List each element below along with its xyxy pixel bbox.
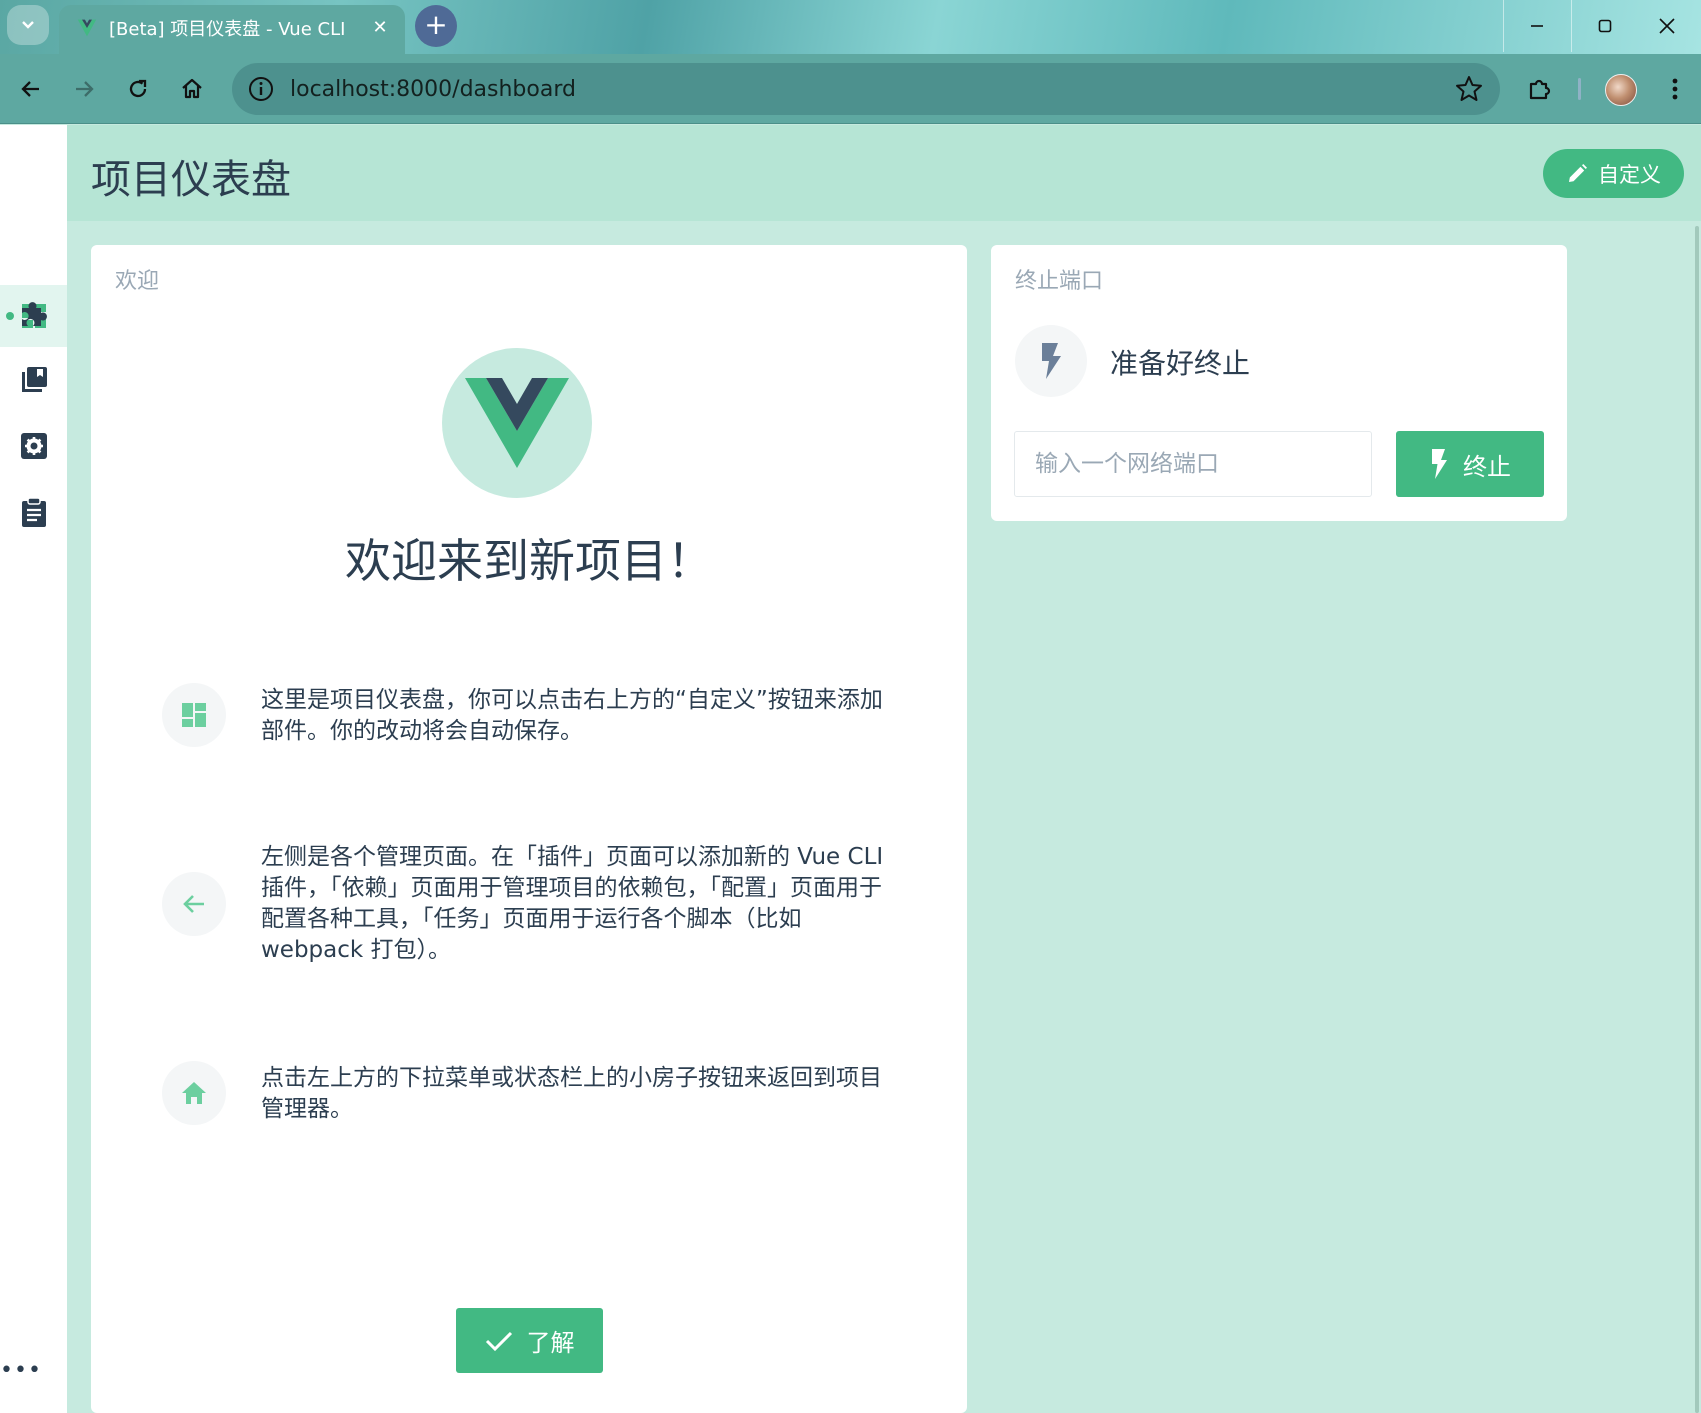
port-input[interactable] — [1014, 431, 1372, 497]
more-options-icon[interactable]: ••• — [0, 1358, 41, 1383]
tab-close-icon[interactable]: ✕ — [369, 17, 391, 38]
widget-label: 终止端口 — [1015, 269, 1104, 294]
profile-avatar[interactable] — [1605, 74, 1637, 106]
library-icon — [21, 367, 47, 392]
more-vertical-icon — [1672, 78, 1678, 100]
home-icon — [182, 1082, 206, 1104]
browser-title-bar: [Beta] 项目仪表盘 - Vue CLI ✕ + — [0, 0, 1701, 54]
chevron-down-icon — [22, 21, 34, 29]
got-it-label: 了解 — [526, 1329, 575, 1357]
maximize-icon — [1598, 19, 1612, 33]
welcome-title: 欢迎来到新项目！ — [345, 534, 713, 588]
new-tab-button[interactable]: + — [415, 5, 457, 47]
flash-icon — [1432, 449, 1447, 479]
pencil-icon — [1569, 163, 1587, 182]
dashboard-icon — [182, 703, 206, 727]
back-button[interactable] — [9, 67, 53, 111]
minimize-icon — [1531, 25, 1543, 27]
tip-text: 点击左上方的下拉菜单或状态栏上的小房子按钮来返回到项目管理器。 — [261, 1065, 882, 1122]
flash-icon — [1042, 343, 1061, 379]
tip-text: 这里是项目仪表盘，你可以点击右上方的“自定义”按钮来添加部件。你的改动将会自动保… — [261, 687, 883, 744]
kill-port-widget: 终止端口 准备好终止 终止 — [991, 245, 1567, 521]
browser-menu-button[interactable] — [1653, 67, 1697, 111]
tab-title: [Beta] 项目仪表盘 - Vue CLI — [109, 18, 346, 40]
home-icon — [182, 78, 202, 99]
browser-toolbar: localhost:8000/dashboard — [0, 54, 1701, 124]
page-title: 项目仪表盘 — [91, 157, 291, 203]
kill-button[interactable]: 终止 — [1396, 431, 1544, 497]
bookmark-star-icon[interactable] — [1454, 74, 1484, 104]
site-info-icon[interactable] — [246, 74, 276, 104]
arrow-left-icon — [21, 81, 39, 97]
settings-icon — [20, 433, 47, 459]
reload-icon — [129, 79, 147, 98]
scrollbar-thumb[interactable] — [1695, 226, 1699, 1413]
customize-label: 自定义 — [1598, 162, 1661, 187]
app-sidebar: ••• — [0, 125, 67, 1413]
url-text[interactable]: localhost:8000/dashboard — [290, 77, 1454, 102]
check-icon — [485, 1331, 512, 1351]
customize-button[interactable]: 自定义 — [1543, 149, 1684, 198]
sidebar-item-dependencies[interactable] — [0, 349, 67, 411]
minimize-button[interactable] — [1503, 0, 1571, 52]
extensions-button[interactable] — [1518, 67, 1562, 111]
kill-label: 终止 — [1463, 452, 1511, 481]
close-icon — [1659, 18, 1675, 34]
vue-logo-icon — [465, 378, 569, 468]
clipboard-icon — [21, 497, 46, 527]
vue-favicon-icon — [77, 19, 97, 36]
maximize-button[interactable] — [1571, 0, 1639, 52]
browser-tab[interactable]: [Beta] 项目仪表盘 - Vue CLI ✕ — [59, 5, 405, 54]
address-bar[interactable]: localhost:8000/dashboard — [232, 63, 1500, 115]
reload-button[interactable] — [116, 67, 160, 111]
got-it-button[interactable]: 了解 — [456, 1308, 603, 1373]
sidebar-item-plugins[interactable] — [0, 283, 67, 345]
tip-icon-wrapper — [162, 872, 226, 936]
tip-icon-wrapper — [162, 1061, 226, 1125]
home-button[interactable] — [170, 67, 214, 111]
tip-icon-wrapper — [162, 683, 226, 747]
welcome-widget: 欢迎 欢迎来到新项目！ 这里是项目仪表盘，你可以点击右上方的“自定义”按钮来添加… — [91, 245, 967, 1413]
tip-text: 左侧是各个管理页面。在「插件」页面可以添加新的 Vue CLI 插件，「依赖」页… — [261, 844, 884, 963]
widget-label: 欢迎 — [115, 269, 160, 294]
vue-logo — [442, 348, 592, 498]
kill-status-icon-wrapper — [1015, 325, 1087, 397]
close-window-button[interactable] — [1633, 0, 1701, 52]
arrow-right-icon — [76, 81, 94, 97]
sidebar-item-tasks[interactable] — [0, 481, 67, 543]
page-header: 项目仪表盘 自定义 — [67, 125, 1701, 221]
kill-status-text: 准备好终止 — [1110, 347, 1251, 380]
forward-button[interactable] — [62, 67, 106, 111]
toolbar-divider — [1578, 78, 1581, 100]
sidebar-item-configuration[interactable] — [0, 415, 67, 477]
puzzle-icon — [1529, 79, 1551, 100]
puzzle-icon — [21, 302, 47, 326]
tab-search-button[interactable] — [7, 5, 49, 45]
arrow-left-icon — [183, 895, 204, 913]
